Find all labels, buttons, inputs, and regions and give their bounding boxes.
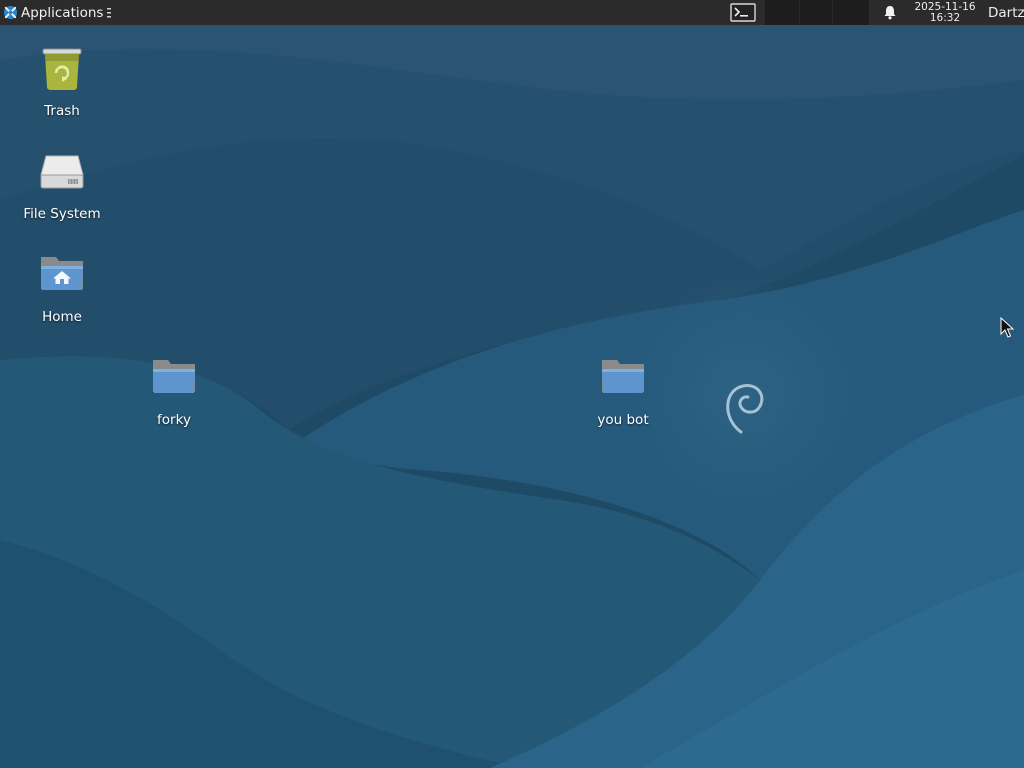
terminal-launcher-button[interactable] bbox=[729, 1, 757, 23]
folder-icon bbox=[153, 360, 195, 393]
taskbar-window-button-1[interactable] bbox=[765, 0, 799, 25]
desktop-icon-home[interactable]: Home bbox=[6, 250, 118, 325]
panel-clock[interactable]: 2025-11-16 16:32 bbox=[908, 0, 982, 25]
menu-separator-icon bbox=[107, 7, 112, 17]
terminal-icon bbox=[730, 2, 756, 22]
taskbar-window-button-2[interactable] bbox=[800, 0, 832, 25]
desktop-icon-label: Home bbox=[42, 309, 82, 325]
desktop-icon-label: File System bbox=[23, 206, 101, 222]
taskbar-window-button-3[interactable] bbox=[833, 0, 869, 25]
clock-time: 16:32 bbox=[929, 11, 961, 24]
bell-icon bbox=[884, 6, 895, 20]
xfce-logo-icon bbox=[3, 5, 18, 20]
desktop-icon-file-system[interactable]: File System bbox=[6, 147, 118, 222]
trash-icon bbox=[42, 48, 82, 90]
mouse-cursor-icon bbox=[1000, 317, 1015, 338]
desktop-icon-you-bot[interactable]: you bot bbox=[567, 353, 679, 428]
folder-icon bbox=[602, 360, 644, 393]
user-name: Dartz bbox=[988, 4, 1024, 21]
notifications-button[interactable] bbox=[881, 4, 898, 21]
top-panel: Applications 2025-11-16 16:32 Dartz bbox=[0, 0, 1024, 25]
desktop-icon-label: Trash bbox=[44, 103, 80, 119]
desktop-icon-forky[interactable]: forky bbox=[118, 353, 230, 428]
clock-date: 2025-11-16 bbox=[914, 0, 976, 13]
desktop-icon-label: you bot bbox=[597, 412, 649, 428]
applications-menu-button[interactable]: Applications bbox=[0, 0, 112, 25]
desktop-icon-label: forky bbox=[157, 412, 191, 428]
applications-menu-label: Applications bbox=[21, 4, 104, 21]
desktop-icon-trash[interactable]: Trash bbox=[6, 44, 118, 119]
home-folder-icon bbox=[41, 257, 83, 290]
drive-icon bbox=[40, 155, 84, 189]
user-menu-button[interactable]: Dartz bbox=[988, 0, 1024, 25]
